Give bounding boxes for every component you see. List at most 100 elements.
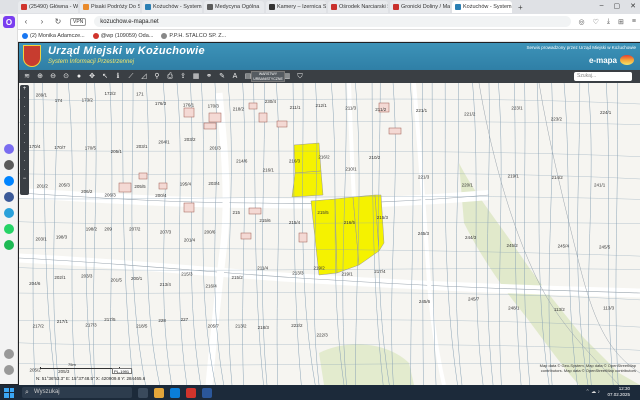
emapa-logo[interactable]: e-mapa bbox=[589, 55, 634, 65]
map-toolbar: ≋ ⊕ ⊖ ⊙ ● ✥ ↖ ℹ ⟋ ◿ ⚲ ⎙ ⇪ ▦ ⚭ ✎ A ▤ ⇄ ♣ … bbox=[19, 70, 640, 83]
layer-badge[interactable]: WARSTWY URBANISTYCZNE bbox=[251, 71, 285, 82]
parcel-label: 245/4 bbox=[558, 243, 570, 248]
history-icon[interactable] bbox=[4, 349, 14, 359]
maximize-icon[interactable]: ▢ bbox=[614, 2, 621, 10]
zoom-in-icon[interactable]: ⊕ bbox=[36, 73, 44, 81]
parcel-label: 200/4 bbox=[155, 193, 167, 198]
browser-tab[interactable]: (25490) Główna - WP Po... bbox=[18, 1, 78, 13]
opera-logo-icon[interactable]: O bbox=[3, 16, 15, 28]
filter-icon[interactable]: ⛉ bbox=[296, 73, 304, 81]
heart-icon[interactable]: ♡ bbox=[593, 18, 599, 26]
word-icon[interactable] bbox=[202, 387, 212, 398]
messenger-icon[interactable] bbox=[4, 176, 14, 186]
browser-tab[interactable]: Kożuchów - System Infor... bbox=[452, 1, 512, 13]
area-icon[interactable]: ◿ bbox=[140, 73, 148, 81]
windows-start-icon[interactable] bbox=[4, 387, 14, 398]
parcel-label: 212/1 bbox=[316, 103, 328, 108]
menu-icon[interactable]: ≡ bbox=[632, 18, 636, 25]
extensions-icon[interactable]: ⊞ bbox=[618, 18, 624, 26]
browser-tab[interactable]: Kożuchów - System Infor... bbox=[142, 1, 202, 13]
map-canvas[interactable]: 289/1 174 173/2 172/2 171 176/3 176/1 170/3 170/… bbox=[19, 83, 640, 385]
forward-icon[interactable]: › bbox=[38, 17, 46, 26]
facebook-side-icon[interactable] bbox=[4, 192, 14, 202]
bookmarks-bar: (2) Monika Adamcze... @wp (109059) Oda..… bbox=[0, 30, 640, 42]
building bbox=[258, 112, 268, 123]
aria-icon[interactable] bbox=[4, 144, 14, 154]
workspace-icon[interactable] bbox=[4, 160, 14, 170]
file-explorer-icon[interactable] bbox=[154, 387, 164, 398]
map-attribution: Map data © Geo-System, Map data © OpenSt… bbox=[539, 363, 636, 373]
parcel-line bbox=[276, 83, 280, 385]
parcel-label: 217/2 bbox=[33, 324, 45, 329]
parcel-label: 211/2 bbox=[375, 107, 386, 112]
bookmark-item[interactable]: (2) Monika Adamcze... bbox=[22, 32, 85, 39]
bookmark-item[interactable]: @wp (109059) Oda... bbox=[92, 32, 153, 39]
zoom-minus-icon[interactable]: − bbox=[20, 175, 29, 184]
parcel-label: 245/3 bbox=[418, 231, 430, 236]
taskbar-search[interactable]: Wyszukaj bbox=[22, 387, 132, 398]
draw-icon[interactable]: ✎ bbox=[218, 73, 226, 81]
scale-label: 75m bbox=[68, 362, 76, 367]
zoom-plus-icon[interactable]: + bbox=[20, 85, 29, 94]
full-circle-icon[interactable]: ● bbox=[75, 73, 83, 81]
vpn-badge[interactable]: VPN bbox=[70, 17, 87, 26]
parcel-label: 215/5 bbox=[317, 210, 329, 215]
parcel-label: 213/3 bbox=[292, 271, 304, 276]
building bbox=[158, 182, 168, 190]
measure-icon[interactable]: ⟋ bbox=[127, 73, 135, 81]
address-bar[interactable]: kozuchow.e-mapa.net bbox=[94, 16, 571, 27]
zoom-tick: · bbox=[23, 122, 26, 128]
print-icon[interactable]: ⎙ bbox=[166, 73, 174, 81]
tab-favicon-icon bbox=[393, 4, 399, 10]
whatsapp-icon[interactable] bbox=[4, 224, 14, 234]
spotify-icon[interactable] bbox=[4, 240, 14, 250]
parcel-label: 245/2 bbox=[506, 243, 518, 248]
info-icon[interactable]: ℹ bbox=[114, 73, 122, 81]
layers-icon[interactable]: ≋ bbox=[23, 73, 31, 81]
browser-tab[interactable]: Pisaki Podróży Do Sam... bbox=[80, 1, 140, 13]
minimize-icon[interactable]: – bbox=[600, 2, 604, 10]
tab-label: Kożuchów - System Infor... bbox=[463, 4, 512, 10]
tab-label: Kamery – Izernica Ski Ar... bbox=[277, 4, 326, 10]
export-icon[interactable]: ⇪ bbox=[179, 73, 187, 81]
task-view-icon[interactable] bbox=[138, 387, 148, 398]
building bbox=[248, 102, 258, 110]
projection-select[interactable]: PL-1991 bbox=[112, 368, 132, 374]
zoom-slider[interactable]: + · · · · · · · · · − bbox=[20, 85, 29, 195]
browser-tab[interactable]: Medycyna Ogólna bbox=[204, 1, 264, 13]
clock[interactable]: 12:30 07.02.2025 bbox=[607, 386, 630, 398]
zoom-extent-icon[interactable]: ⊙ bbox=[62, 73, 70, 81]
close-icon[interactable]: ✕ bbox=[630, 2, 636, 10]
opera-task-icon[interactable] bbox=[186, 387, 196, 398]
browser-tab[interactable]: Gronicki Doliny / Mas... bbox=[390, 1, 450, 13]
system-tray[interactable]: ⌃ ☁ ♪ bbox=[586, 389, 600, 395]
zoom-out-icon[interactable]: ⊖ bbox=[49, 73, 57, 81]
zoom-tick: · bbox=[23, 131, 26, 137]
reload-icon[interactable]: ↻ bbox=[54, 17, 62, 26]
coordinates-readout: N: 51°36'53.3" E: 15°37'48.5" X: 420909.… bbox=[36, 376, 146, 381]
camera-icon[interactable]: ◎ bbox=[579, 18, 585, 26]
browser-tab[interactable]: Ośrodek Narciarski Sk... bbox=[328, 1, 388, 13]
parcel-label: 216/3 bbox=[289, 158, 301, 163]
parcel-label: 206/3 bbox=[104, 192, 116, 197]
parcel-line bbox=[444, 83, 458, 385]
new-tab-icon[interactable]: + bbox=[518, 3, 523, 12]
select-icon[interactable]: ↖ bbox=[101, 73, 109, 81]
edge-icon[interactable] bbox=[170, 387, 180, 398]
back-icon[interactable]: ‹ bbox=[22, 17, 30, 26]
settings-icon[interactable] bbox=[4, 365, 14, 375]
building bbox=[118, 182, 132, 193]
download-icon[interactable]: ⤓ bbox=[607, 18, 610, 26]
map-search-input[interactable]: Szukaj... bbox=[574, 72, 632, 81]
parcel-label: 203/4 bbox=[208, 181, 220, 186]
grid-icon[interactable]: ▦ bbox=[192, 73, 200, 81]
bookmark-item[interactable]: P.P.H. STALCO SP. Z... bbox=[161, 32, 226, 39]
parcel-line bbox=[19, 172, 640, 180]
telegram-icon[interactable] bbox=[4, 208, 14, 218]
browser-tab[interactable]: Kamery – Izernica Ski Ar... bbox=[266, 1, 326, 13]
pin-icon[interactable]: ⚲ bbox=[153, 73, 161, 81]
text-icon[interactable]: A bbox=[231, 73, 239, 81]
pan-icon[interactable]: ✥ bbox=[88, 73, 96, 81]
road bbox=[205, 92, 230, 385]
link-icon[interactable]: ⚭ bbox=[205, 73, 213, 81]
